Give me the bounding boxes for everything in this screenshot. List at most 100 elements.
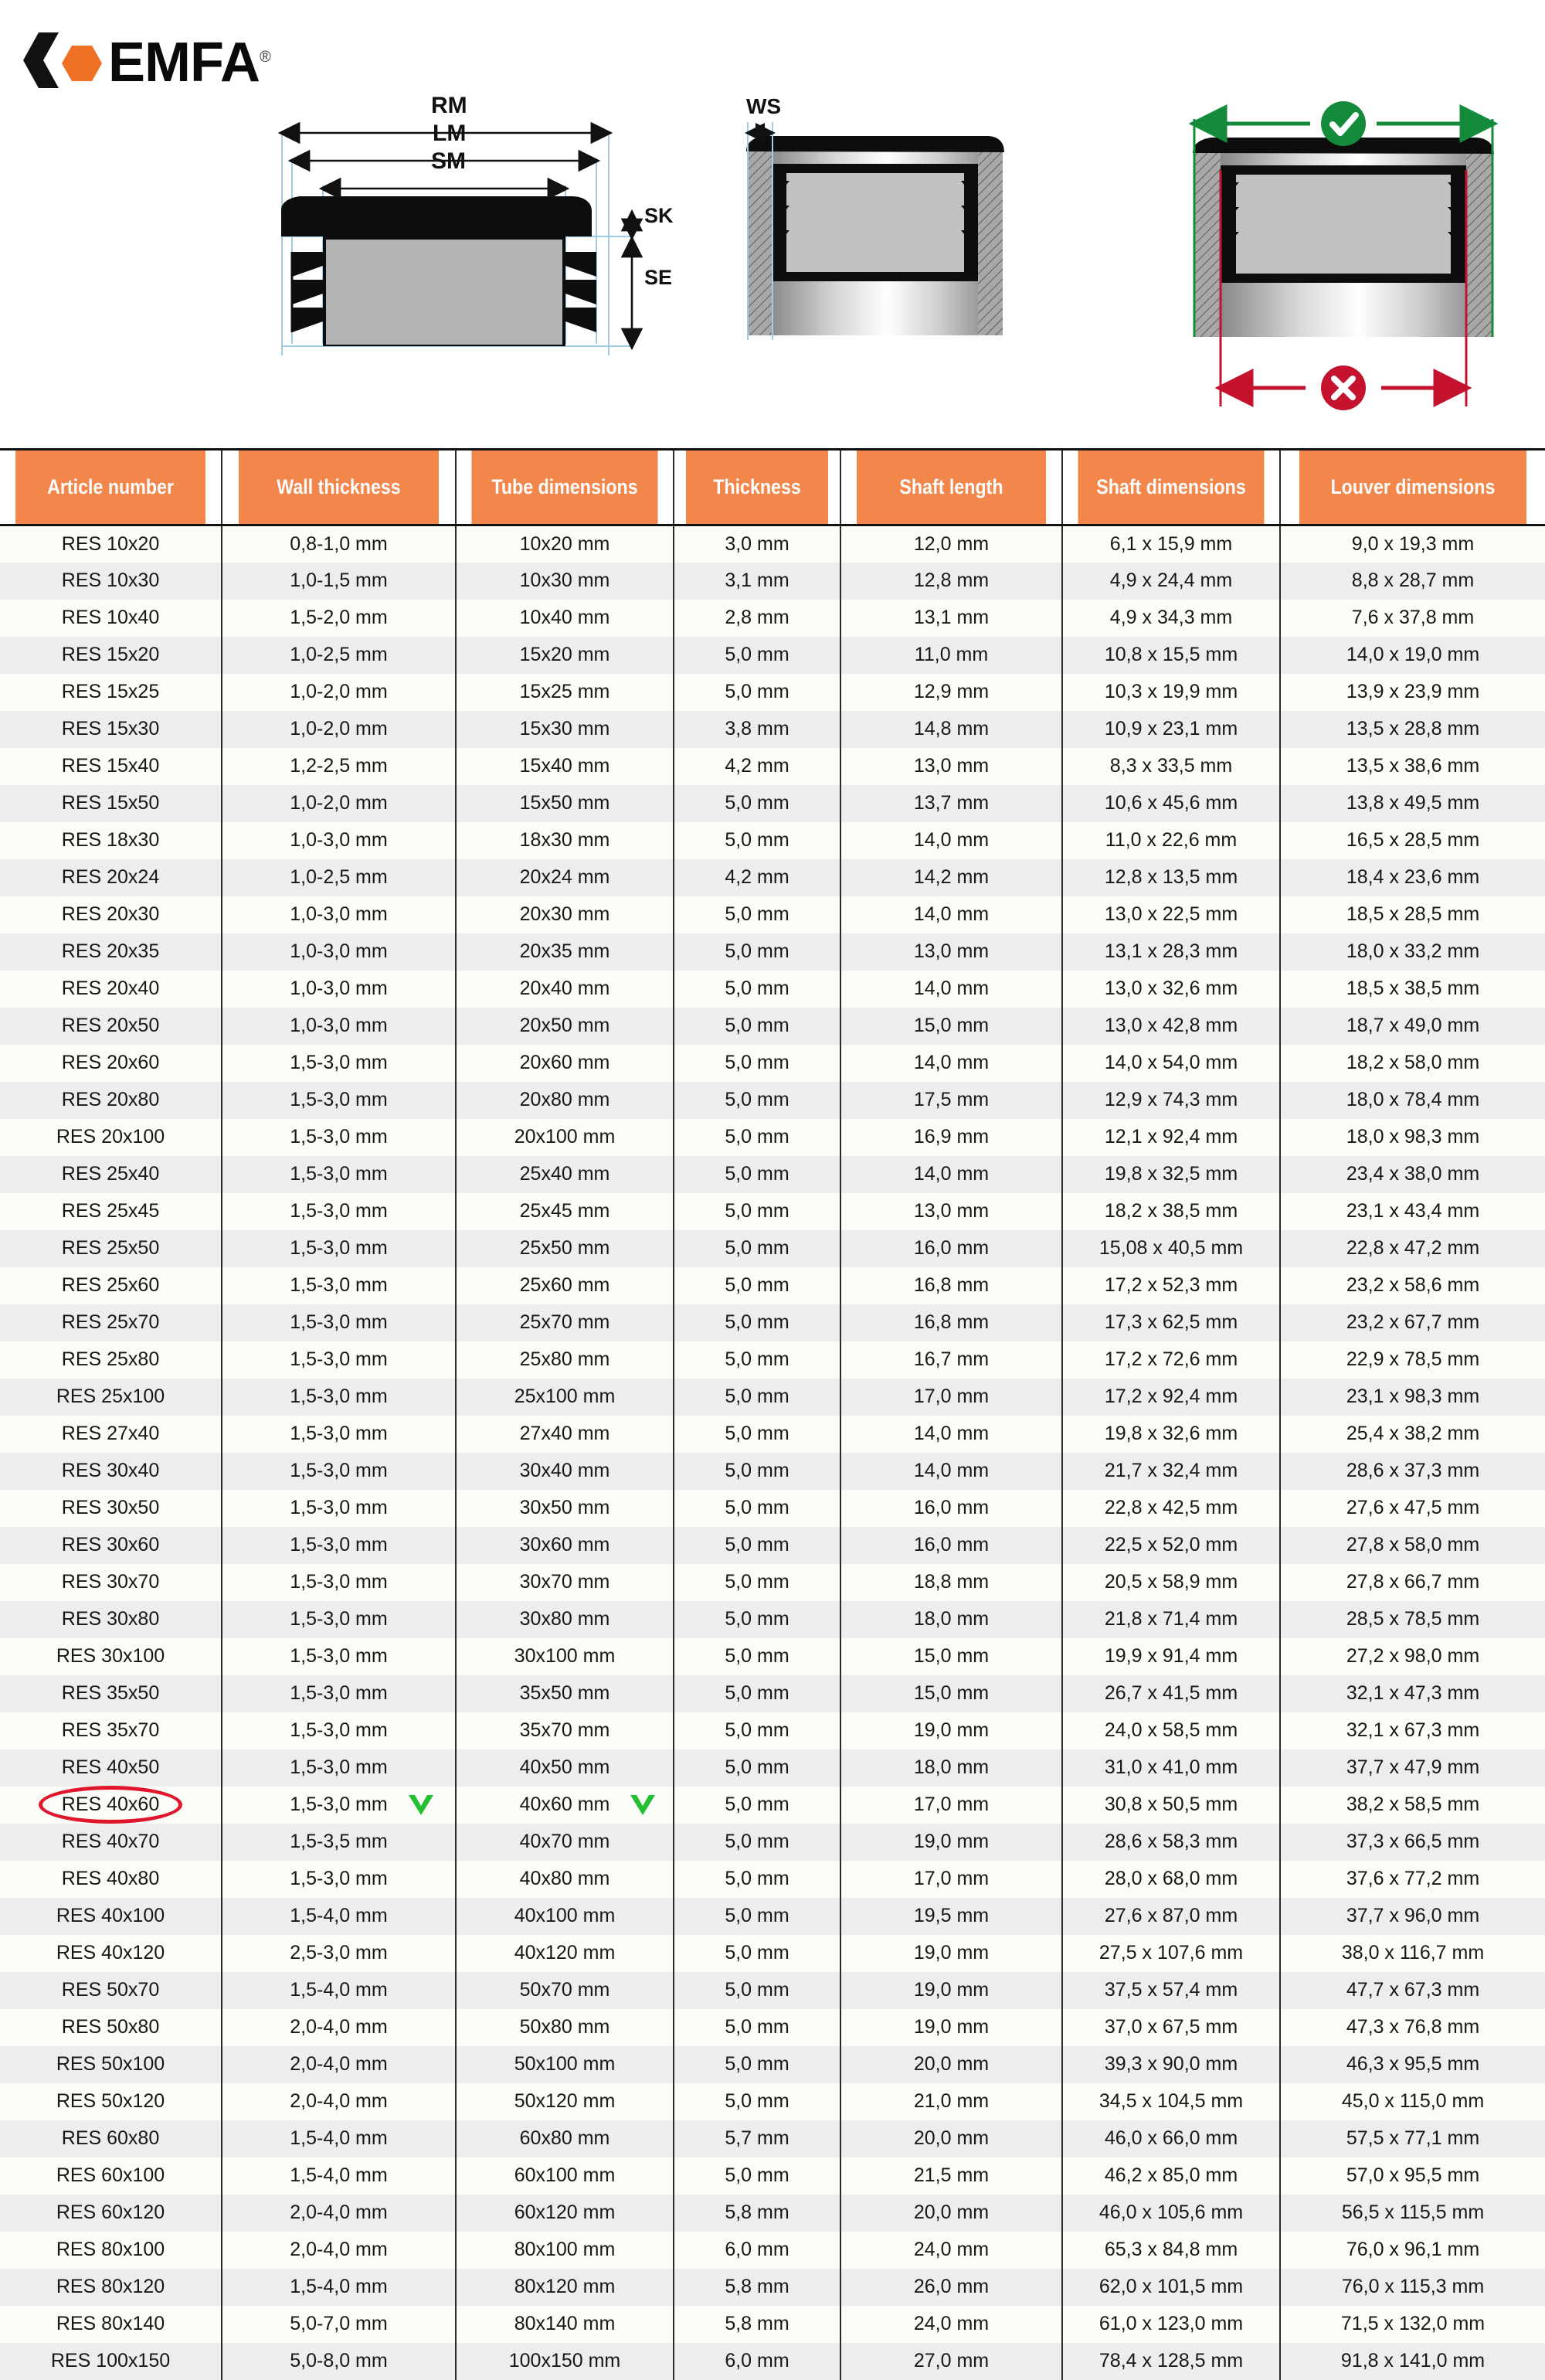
green-check-icon — [406, 1792, 436, 1818]
table-row[interactable]: RES 40x60 1,5-3,0 mm 40x60 mm 5,0 mm 17,0 mm… — [0, 1786, 1545, 1824]
cell-tube-dimensions: 60x120 mm — [455, 2194, 674, 2232]
table-row[interactable]: RES 60x120 2,0-4,0 mm 60x120 mm 5,8 mm 20,0 … — [0, 2194, 1545, 2232]
table-row[interactable]: RES 20x30 1,0-3,0 mm 20x30 mm 5,0 mm 14,0 mm… — [0, 896, 1545, 933]
table-row[interactable]: RES 40x120 2,5-3,0 mm 40x120 mm 5,0 mm 19,0 … — [0, 1934, 1545, 1972]
table-row[interactable]: RES 18x30 1,0-3,0 mm 18x30 mm 5,0 mm 14,0 mm… — [0, 821, 1545, 859]
table-row[interactable]: RES 15x30 1,0-2,0 mm 15x30 mm 3,8 mm 14,8 mm… — [0, 710, 1545, 748]
cell-louver-dimensions: 18,7 x 49,0 mm — [1279, 1007, 1545, 1045]
cell-tube-dimensions: 15x40 mm — [455, 747, 674, 785]
table-row[interactable]: RES 25x70 1,5-3,0 mm 25x70 mm 5,0 mm 16,8 mm… — [0, 1304, 1545, 1341]
table-row[interactable]: RES 25x45 1,5-3,0 mm 25x45 mm 5,0 mm 13,0 mm… — [0, 1192, 1545, 1230]
dim-label-rm: RM — [431, 93, 467, 118]
table-row[interactable]: RES 80x120 1,5-4,0 mm 80x120 mm 5,8 mm 26,0 … — [0, 2268, 1545, 2306]
table-row[interactable]: RES 25x40 1,5-3,0 mm 25x40 mm 5,0 mm 14,0 mm… — [0, 1155, 1545, 1193]
cell-article-number: RES 40x70 — [0, 1823, 222, 1861]
cell-thickness: 6,0 mm — [673, 2342, 841, 2380]
table-row[interactable]: RES 15x40 1,2-2,5 mm 15x40 mm 4,2 mm 13,0 mm… — [0, 747, 1545, 785]
cell-wall-thickness: 1,5-3,0 mm — [221, 1266, 457, 1304]
cell-article-number: RES 30x40 — [0, 1452, 222, 1490]
cell-shaft-dimensions: 4,9 x 34,3 mm — [1061, 599, 1281, 637]
cell-article-number: RES 60x100 — [0, 2157, 222, 2195]
cell-wall-thickness: 2,0-4,0 mm — [221, 2045, 457, 2083]
table-row[interactable]: RES 40x50 1,5-3,0 mm 40x50 mm 5,0 mm 18,0 mm… — [0, 1749, 1545, 1787]
cell-article-number: RES 40x60 — [0, 1786, 222, 1824]
cell-thickness: 5,0 mm — [673, 673, 841, 711]
cell-tube-dimensions: 100x150 mm — [455, 2342, 674, 2380]
cell-article-number: RES 50x70 — [0, 1971, 222, 2009]
table-row[interactable]: RES 20x100 1,5-3,0 mm 20x100 mm 5,0 mm 16,9 … — [0, 1118, 1545, 1156]
cell-shaft-dimensions: 13,0 x 42,8 mm — [1061, 1007, 1281, 1045]
cell-wall-thickness: 2,0-4,0 mm — [221, 2008, 457, 2046]
cell-shaft-length: 12,0 mm — [840, 525, 1063, 563]
table-row[interactable]: RES 30x50 1,5-3,0 mm 30x50 mm 5,0 mm 16,0 mm… — [0, 1489, 1545, 1527]
table-row[interactable]: RES 100x150 5,0-8,0 mm 100x150 mm 6,0 mm 27,… — [0, 2342, 1545, 2380]
table-row[interactable]: RES 25x50 1,5-3,0 mm 25x50 mm 5,0 mm 16,0 mm… — [0, 1229, 1545, 1267]
table-row[interactable]: RES 50x70 1,5-4,0 mm 50x70 mm 5,0 mm 19,0 mm… — [0, 1971, 1545, 2009]
cell-louver-dimensions: 38,2 x 58,5 mm — [1279, 1786, 1545, 1824]
brand-logo: EMFA® — [23, 29, 271, 90]
cell-louver-dimensions: 27,2 x 98,0 mm — [1279, 1637, 1545, 1675]
cross-badge-icon — [1321, 366, 1366, 410]
table-row[interactable]: RES 20x24 1,0-2,5 mm 20x24 mm 4,2 mm 14,2 mm… — [0, 858, 1545, 896]
cell-tube-dimensions: 40x120 mm — [455, 1934, 674, 1972]
cell-thickness: 5,7 mm — [673, 2120, 841, 2157]
cell-louver-dimensions: 47,7 x 67,3 mm — [1279, 1971, 1545, 2009]
cell-article-number: RES 25x60 — [0, 1266, 222, 1304]
cell-shaft-dimensions: 28,0 x 68,0 mm — [1061, 1860, 1281, 1898]
cell-article-number: RES 20x35 — [0, 933, 222, 971]
table-row[interactable]: RES 20x80 1,5-3,0 mm 20x80 mm 5,0 mm 17,5 mm… — [0, 1081, 1545, 1119]
table-row[interactable]: RES 20x35 1,0-3,0 mm 20x35 mm 5,0 mm 13,0 mm… — [0, 933, 1545, 971]
cell-article-number: RES 30x50 — [0, 1489, 222, 1527]
table-row[interactable]: RES 15x50 1,0-2,0 mm 15x50 mm 5,0 mm 13,7 mm… — [0, 784, 1545, 822]
table-row[interactable]: RES 30x40 1,5-3,0 mm 30x40 mm 5,0 mm 14,0 mm… — [0, 1452, 1545, 1490]
cell-shaft-dimensions: 12,8 x 13,5 mm — [1061, 858, 1281, 896]
table-row[interactable]: RES 35x70 1,5-3,0 mm 35x70 mm 5,0 mm 19,0 mm… — [0, 1712, 1545, 1749]
column-header-thickness[interactable]: Thickness — [684, 448, 830, 526]
table-row[interactable]: RES 27x40 1,5-3,0 mm 27x40 mm 5,0 mm 14,0 mm… — [0, 1415, 1545, 1453]
cell-shaft-dimensions: 22,5 x 52,0 mm — [1061, 1526, 1281, 1564]
table-row[interactable]: RES 35x50 1,5-3,0 mm 35x50 mm 5,0 mm 15,0 mm… — [0, 1674, 1545, 1712]
cell-article-number: RES 30x60 — [0, 1526, 222, 1564]
cell-louver-dimensions: 13,9 x 23,9 mm — [1279, 673, 1545, 711]
cell-article-number: RES 35x50 — [0, 1674, 222, 1712]
table-row[interactable]: RES 15x20 1,0-2,5 mm 15x20 mm 5,0 mm 11,0 mm… — [0, 636, 1545, 674]
column-header-louver-dimensions[interactable]: Louver dimensions — [1298, 448, 1526, 526]
table-row[interactable]: RES 20x60 1,5-3,0 mm 20x60 mm 5,0 mm 14,0 mm… — [0, 1044, 1545, 1082]
column-header-article-number[interactable]: Article number — [15, 448, 207, 526]
table-row[interactable]: RES 20x40 1,0-3,0 mm 20x40 mm 5,0 mm 14,0 mm… — [0, 970, 1545, 1008]
table-row[interactable]: RES 15x25 1,0-2,0 mm 15x25 mm 5,0 mm 12,9 mm… — [0, 673, 1545, 711]
table-row[interactable]: RES 40x100 1,5-4,0 mm 40x100 mm 5,0 mm 19,5 … — [0, 1897, 1545, 1935]
table-row[interactable]: RES 60x100 1,5-4,0 mm 60x100 mm 5,0 mm 21,5 … — [0, 2157, 1545, 2195]
table-row[interactable]: RES 80x140 5,0-7,0 mm 80x140 mm 5,8 mm 24,0 … — [0, 2305, 1545, 2343]
table-row[interactable]: RES 30x70 1,5-3,0 mm 30x70 mm 5,0 mm 18,8 mm… — [0, 1563, 1545, 1601]
table-row[interactable]: RES 25x60 1,5-3,0 mm 25x60 mm 5,0 mm 16,8 mm… — [0, 1266, 1545, 1304]
column-header-shaft-dimensions[interactable]: Shaft dimensions — [1076, 448, 1266, 526]
table-row[interactable]: RES 80x100 2,0-4,0 mm 80x100 mm 6,0 mm 24,0 … — [0, 2231, 1545, 2269]
table-row[interactable]: RES 40x80 1,5-3,0 mm 40x80 mm 5,0 mm 17,0 mm… — [0, 1860, 1545, 1898]
table-row[interactable]: RES 50x120 2,0-4,0 mm 50x120 mm 5,0 mm 21,0 … — [0, 2082, 1545, 2120]
cell-wall-thickness: 1,0-3,0 mm — [221, 1007, 457, 1045]
cell-thickness: 5,0 mm — [673, 636, 841, 674]
table-row[interactable]: RES 10x20 0,8-1,0 mm 10x20 mm 3,0 mm 12,0 mm… — [0, 525, 1545, 563]
column-header-tube-dimensions[interactable]: Tube dimensions — [470, 448, 660, 526]
cell-louver-dimensions: 16,5 x 28,5 mm — [1279, 821, 1545, 859]
column-header-shaft-length[interactable]: Shaft length — [855, 448, 1048, 526]
table-row[interactable]: RES 20x50 1,0-3,0 mm 20x50 mm 5,0 mm 15,0 mm… — [0, 1007, 1545, 1045]
table-row[interactable]: RES 40x70 1,5-3,5 mm 40x70 mm 5,0 mm 19,0 mm… — [0, 1823, 1545, 1861]
cell-wall-thickness: 1,5-3,0 mm — [221, 1786, 457, 1824]
table-row[interactable]: RES 50x100 2,0-4,0 mm 50x100 mm 5,0 mm 20,0 … — [0, 2045, 1545, 2083]
table-row[interactable]: RES 30x100 1,5-3,0 mm 30x100 mm 5,0 mm 15,0 … — [0, 1637, 1545, 1675]
table-row[interactable]: RES 30x80 1,5-3,0 mm 30x80 mm 5,0 mm 18,0 mm… — [0, 1600, 1545, 1638]
table-row[interactable]: RES 10x40 1,5-2,0 mm 10x40 mm 2,8 mm 13,1 mm… — [0, 599, 1545, 637]
table-row[interactable]: RES 30x60 1,5-3,0 mm 30x60 mm 5,0 mm 16,0 mm… — [0, 1526, 1545, 1564]
cell-thickness: 5,0 mm — [673, 970, 841, 1008]
column-header-wall-thickness[interactable]: Wall thickness — [237, 448, 440, 526]
cell-article-number: RES 30x100 — [0, 1637, 222, 1675]
table-row[interactable]: RES 25x80 1,5-3,0 mm 25x80 mm 5,0 mm 16,7 mm… — [0, 1341, 1545, 1379]
cell-shaft-length: 17,5 mm — [840, 1081, 1063, 1119]
table-row[interactable]: RES 10x30 1,0-1,5 mm 10x30 mm 3,1 mm 12,8 mm… — [0, 562, 1545, 600]
table-row[interactable]: RES 25x100 1,5-3,0 mm 25x100 mm 5,0 mm 17,0 … — [0, 1378, 1545, 1416]
specification-table-wrap: Article number Wall thickness Tube dimen… — [0, 448, 1545, 2380]
table-row[interactable]: RES 60x80 1,5-4,0 mm 60x80 mm 5,7 mm 20,0 mm… — [0, 2120, 1545, 2157]
table-row[interactable]: RES 50x80 2,0-4,0 mm 50x80 mm 5,0 mm 19,0 mm… — [0, 2008, 1545, 2046]
